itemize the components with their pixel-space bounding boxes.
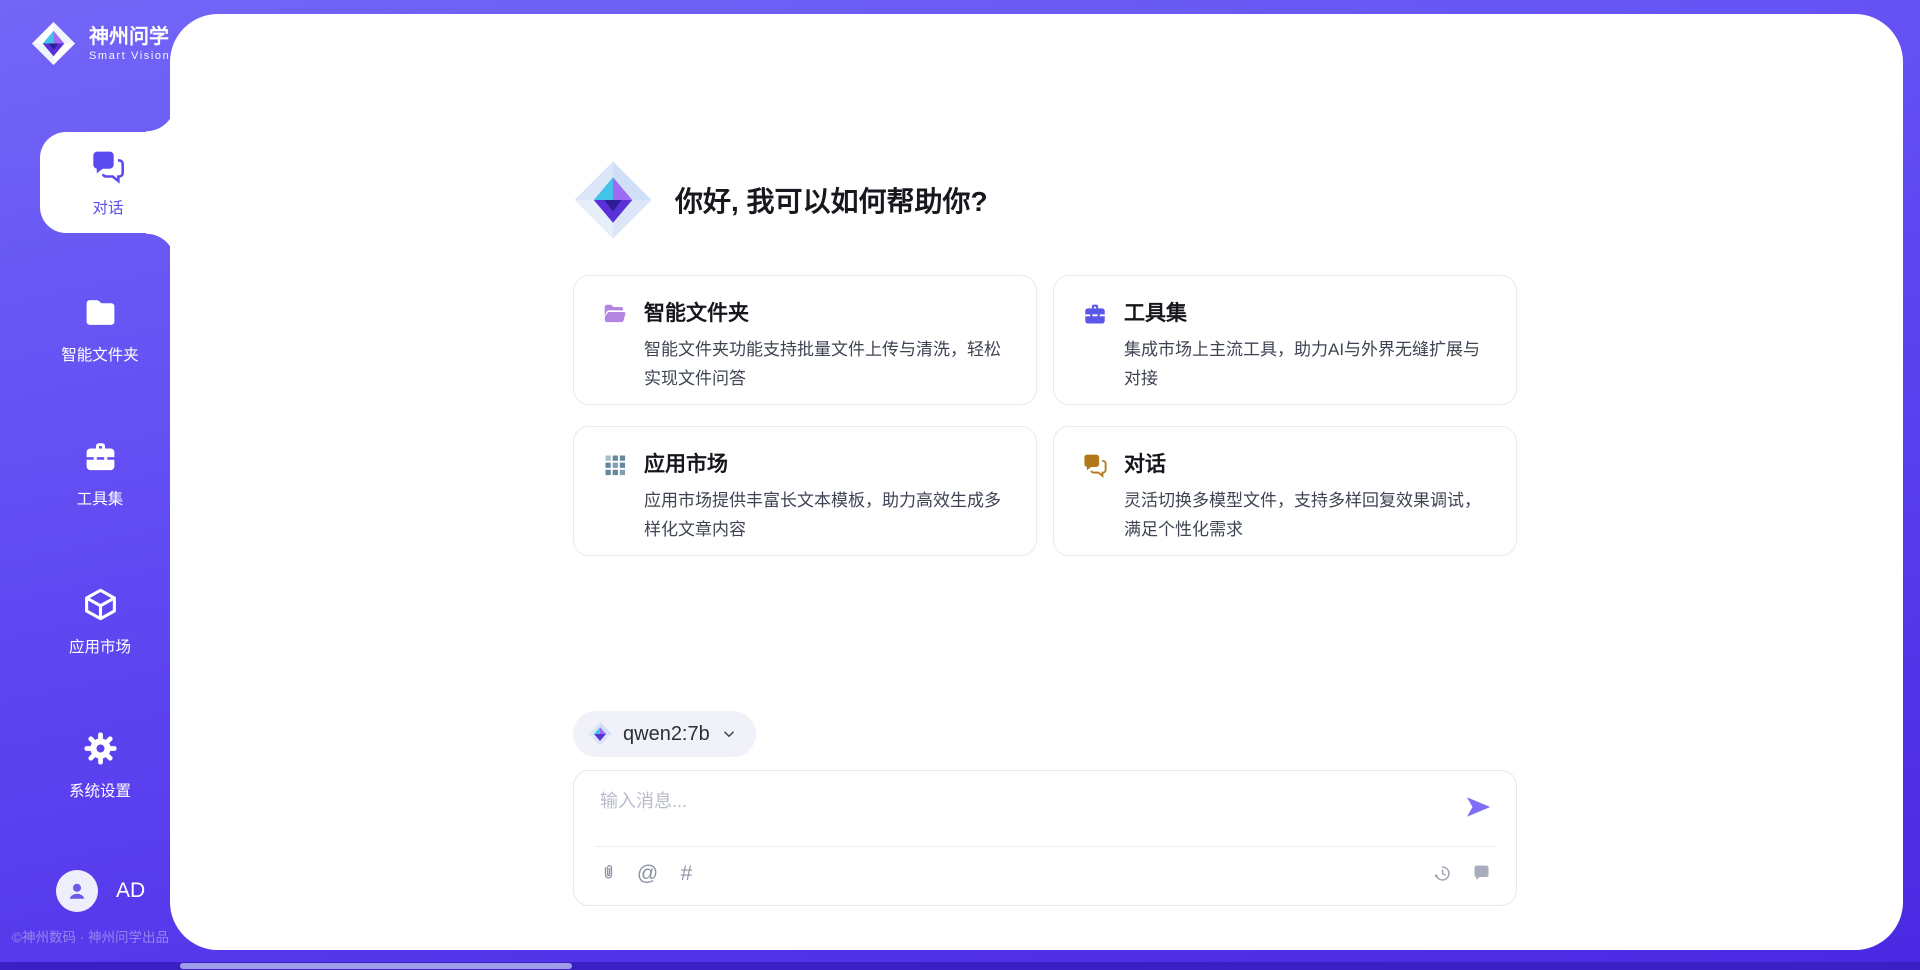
sidebar-item-smart-folder[interactable]: 智能文件夹 (30, 294, 170, 365)
card-smart-folder[interactable]: 智能文件夹 智能文件夹功能支持批量文件上传与清洗，轻松实现文件问答 (573, 275, 1037, 405)
card-description: 应用市场提供丰富长文本模板，助力高效生成多样化文章内容 (644, 486, 1014, 544)
sidebar-item-settings[interactable]: 系统设置 (30, 730, 170, 801)
app-root: 神州问学 Smart Vision 对话 智能文件夹 工具集 (0, 0, 1920, 970)
sidebar-item-toolset[interactable]: 工具集 (30, 438, 170, 509)
greeting-text: 你好, 我可以如何帮助你? (675, 180, 988, 220)
card-description: 集成市场上主流工具，助力AI与外界无缝扩展与对接 (1124, 335, 1494, 393)
horizontal-scrollbar-track[interactable] (0, 962, 1920, 970)
model-name: qwen2:7b (623, 723, 710, 746)
chat-icon (90, 148, 126, 184)
card-title: 智能文件夹 (644, 297, 749, 327)
message-composer: @ # (573, 770, 1517, 906)
composer-divider (594, 846, 1496, 847)
grid-icon (602, 452, 628, 478)
horizontal-scrollbar-thumb[interactable] (180, 963, 572, 969)
diamond-logo-icon (587, 721, 613, 747)
card-description: 灵活切换多模型文件，支持多样回复效果调试，满足个性化需求 (1124, 486, 1494, 544)
diamond-logo-icon (571, 158, 655, 242)
card-title: 工具集 (1124, 297, 1187, 327)
toolbox-icon (82, 438, 119, 475)
paperclip-icon[interactable] (598, 863, 619, 884)
diamond-logo-icon (30, 20, 77, 67)
folder-open-icon (602, 301, 628, 327)
message-input[interactable] (598, 785, 1422, 841)
sidebar-item-chat[interactable]: 对话 (40, 132, 176, 233)
card-title: 应用市场 (644, 448, 728, 478)
card-title: 对话 (1124, 448, 1166, 478)
sidebar-item-label: 系统设置 (30, 779, 170, 801)
user-menu[interactable]: AD (56, 870, 145, 912)
card-chat[interactable]: 对话 灵活切换多模型文件，支持多样回复效果调试，满足个性化需求 (1053, 426, 1517, 556)
sidebar-item-label: 对话 (40, 196, 176, 218)
sidebar-item-label: 工具集 (30, 487, 170, 509)
brand-subtitle: Smart Vision (89, 50, 170, 62)
send-icon[interactable] (1464, 793, 1492, 821)
sidebar-item-label: 智能文件夹 (30, 343, 170, 365)
user-avatar-icon (64, 878, 90, 904)
avatar (56, 870, 98, 912)
chat-bubble-icon[interactable] (1471, 863, 1492, 884)
brand-name: 神州问学 (89, 26, 170, 48)
gear-icon (82, 730, 119, 767)
sidebar-item-app-market[interactable]: 应用市场 (30, 586, 170, 657)
briefcase-icon (1082, 301, 1108, 327)
card-toolset[interactable]: 工具集 集成市场上主流工具，助力AI与外界无缝扩展与对接 (1053, 275, 1517, 405)
cube-icon (82, 586, 119, 623)
user-name: AD (116, 879, 145, 903)
chevron-down-icon (720, 725, 738, 743)
card-app-market[interactable]: 应用市场 应用市场提供丰富长文本模板，助力高效生成多样化文章内容 (573, 426, 1037, 556)
feature-cards: 智能文件夹 智能文件夹功能支持批量文件上传与清洗，轻松实现文件问答 工具集 集成… (573, 275, 1517, 556)
card-description: 智能文件夹功能支持批量文件上传与清洗，轻松实现文件问答 (644, 335, 1014, 393)
at-icon[interactable]: @ (637, 863, 658, 884)
greeting: 你好, 我可以如何帮助你? (571, 158, 988, 242)
hash-icon[interactable]: # (676, 863, 697, 884)
sidebar-footer: ©神州数码 · 神州问学出品 (12, 926, 187, 946)
brand: 神州问学 Smart Vision (30, 20, 170, 67)
chat-bubbles-icon (1082, 452, 1108, 478)
composer-toolbar: @ # (598, 855, 1492, 891)
model-selector[interactable]: qwen2:7b (573, 711, 756, 757)
sidebar-item-label: 应用市场 (30, 635, 170, 657)
folder-icon (82, 294, 119, 331)
history-icon[interactable] (1432, 863, 1453, 884)
